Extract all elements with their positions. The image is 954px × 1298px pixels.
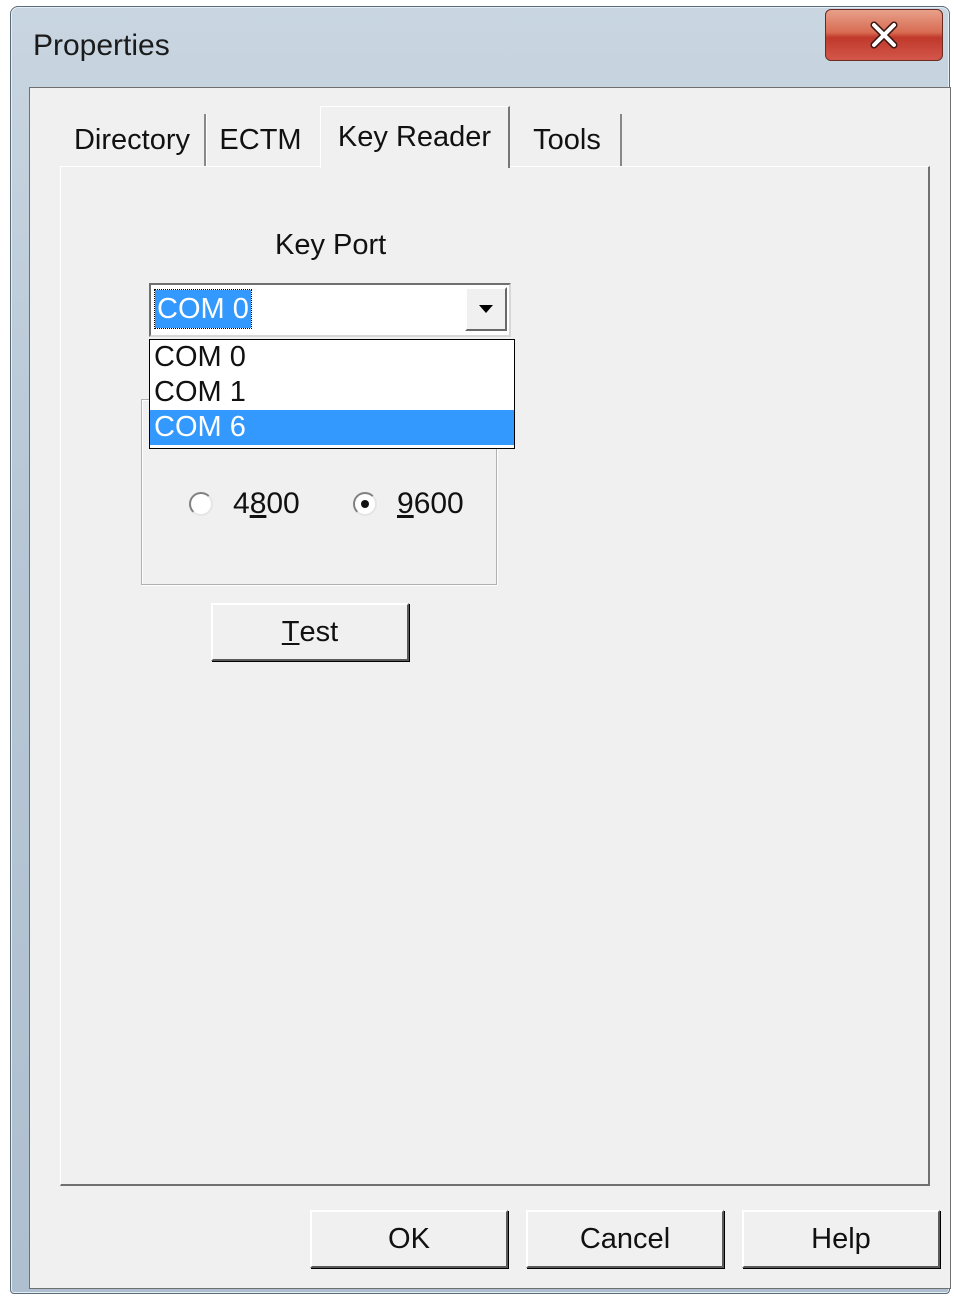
close-button[interactable] — [825, 9, 943, 61]
title-bar[interactable]: Properties — [11, 7, 949, 85]
radio-9600-circle[interactable] — [353, 492, 377, 516]
radio-9600-label: 9600 — [397, 487, 464, 520]
properties-window: Properties Directory ECTM Key Reader Too… — [10, 6, 951, 1294]
radio-9600[interactable]: 9600 — [353, 487, 464, 521]
test-button[interactable]: Test — [211, 603, 409, 661]
radio-4800-circle[interactable] — [189, 492, 213, 516]
tab-ectm[interactable]: ECTM — [206, 114, 314, 166]
combo-selected-value: COM 0 — [154, 289, 252, 329]
key-port-combobox[interactable]: COM 0 — [149, 283, 511, 337]
dropdown-option-com6[interactable]: COM 6 — [150, 410, 514, 445]
close-icon — [870, 21, 898, 49]
tab-key-reader[interactable]: Key Reader — [320, 106, 510, 168]
tab-tools[interactable]: Tools — [514, 114, 622, 166]
key-reader-panel: Key Port COM 0 COM 0 COM 1 COM 6 4800 96… — [60, 166, 930, 1186]
radio-selected-dot — [361, 500, 369, 508]
window-title: Properties — [33, 29, 170, 62]
dialog-client: Directory ECTM Key Reader Tools Key Port… — [29, 87, 951, 1289]
help-button[interactable]: Help — [742, 1210, 940, 1268]
tab-directory[interactable]: Directory — [60, 114, 206, 166]
radio-4800[interactable]: 4800 — [189, 487, 300, 521]
combo-dropdown-button[interactable] — [465, 287, 507, 331]
dropdown-option-com1[interactable]: COM 1 — [150, 375, 514, 410]
chevron-down-icon — [479, 305, 493, 313]
ok-button[interactable]: OK — [310, 1210, 508, 1268]
key-port-dropdown-list: COM 0 COM 1 COM 6 — [149, 339, 515, 449]
radio-4800-label: 4800 — [233, 487, 300, 520]
cancel-button[interactable]: Cancel — [526, 1210, 724, 1268]
key-port-label: Key Port — [275, 229, 387, 261]
dropdown-option-com0[interactable]: COM 0 — [150, 340, 514, 375]
